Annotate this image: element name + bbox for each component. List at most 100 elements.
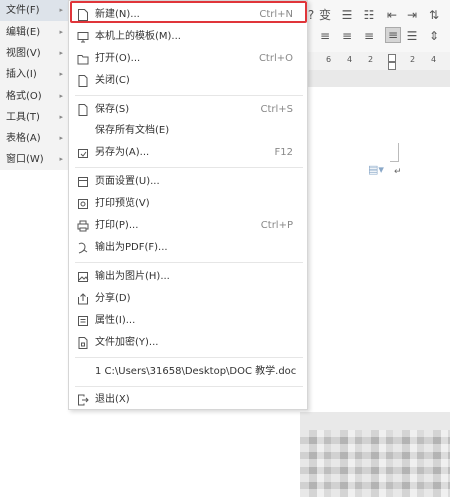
- menu-item-label: 打印(P)...: [95, 220, 139, 231]
- indent-marker[interactable]: [388, 54, 396, 62]
- template-icon: [77, 30, 89, 44]
- ruler-tick-label: 4: [347, 55, 353, 64]
- menu-label: 编辑(E): [6, 27, 41, 38]
- folder-open-icon: [77, 52, 89, 66]
- menu-file[interactable]: 文件(F) ▸: [0, 0, 68, 21]
- menu-separator: [75, 262, 303, 263]
- menu-label: 视图(V): [6, 48, 41, 59]
- menu-table[interactable]: 表格(A) ▸: [0, 128, 68, 149]
- menu-view[interactable]: 视图(V) ▸: [0, 43, 68, 64]
- menu-item-close[interactable]: 关闭(C): [69, 70, 307, 92]
- menu-format[interactable]: 格式(O) ▸: [0, 86, 68, 107]
- menu-item-recent-file[interactable]: 1 C:\Users\31658\Desktop\DOC 教学.doc: [69, 361, 307, 383]
- menu-item-label: 保存(S): [95, 104, 130, 115]
- menu-item-exit[interactable]: 退出(X): [69, 389, 307, 411]
- menu-item-label: 输出为图片(H)...: [95, 271, 170, 282]
- menu-item-share[interactable]: 分享(D): [69, 288, 307, 310]
- align-right-icon[interactable]: ≡: [362, 29, 376, 43]
- decrease-indent-icon[interactable]: ⇤: [385, 8, 399, 22]
- export-image-icon: [77, 270, 89, 284]
- menu-separator: [75, 167, 303, 168]
- menu-item-label: 分享(D): [95, 293, 131, 304]
- paste-options-icon[interactable]: ▤▾: [368, 163, 384, 176]
- phonetic-guide-icon[interactable]: 变: [318, 8, 332, 22]
- menu-item-shortcut: Ctrl+O: [258, 53, 293, 64]
- menu-item-label: 关闭(C): [95, 75, 130, 86]
- menu-insert[interactable]: 插入(I) ▸: [0, 64, 68, 85]
- menu-item-label: 退出(X): [95, 394, 130, 405]
- align-center-icon[interactable]: ≡: [340, 29, 354, 43]
- menu-separator: [75, 357, 303, 358]
- export-pdf-icon: [77, 241, 89, 255]
- menu-item-shortcut: Ctrl+P: [260, 220, 293, 231]
- menu-item-open[interactable]: 打开(O)... Ctrl+O: [69, 48, 307, 70]
- menu-window[interactable]: 窗口(W) ▸: [0, 149, 68, 170]
- numbered-list-icon[interactable]: ☷: [362, 8, 376, 22]
- encrypt-icon: [77, 336, 89, 350]
- ruler-tick-label: 6: [326, 55, 332, 64]
- menu-item-print[interactable]: 打印(P)... Ctrl+P: [69, 215, 307, 237]
- menu-label: 插入(I): [6, 69, 37, 80]
- menu-label: 窗口(W): [6, 154, 44, 165]
- page-setup-icon: [77, 175, 89, 189]
- print-preview-icon: [77, 197, 89, 211]
- printer-icon: [77, 219, 89, 233]
- page-gap: [300, 412, 450, 430]
- menu-item-save-as[interactable]: 另存为(A)... F12: [69, 142, 307, 164]
- menu-separator: [75, 95, 303, 96]
- exit-icon: [77, 393, 89, 407]
- menu-label: 工具(T): [6, 112, 40, 123]
- menu-label: 表格(A): [6, 133, 41, 144]
- bullet-list-icon[interactable]: ☰: [340, 8, 354, 22]
- menu-item-label: 保存所有文档(E): [95, 125, 170, 136]
- justify-icon[interactable]: ≡: [385, 27, 401, 43]
- menu-tools[interactable]: 工具(T) ▸: [0, 107, 68, 128]
- menu-item-print-preview[interactable]: 打印预览(V): [69, 193, 307, 215]
- menu-item-export-image[interactable]: 输出为图片(H)...: [69, 266, 307, 288]
- highlight-box: [70, 1, 307, 23]
- margin-marker: [390, 143, 399, 162]
- document-page[interactable]: ▤▾ ↵: [300, 87, 450, 412]
- menu-item-label: 打印预览(V): [95, 198, 150, 209]
- blurred-content-overlay: [300, 430, 450, 497]
- menu-item-label: 输出为PDF(F)...: [95, 242, 168, 253]
- submenu-arrow-icon: ▸: [59, 70, 63, 78]
- submenu-arrow-icon: ▸: [59, 134, 63, 142]
- menu-item-label: 打开(O)...: [95, 53, 141, 64]
- menu-item-label: 属性(I)...: [95, 315, 136, 326]
- distributed-align-icon[interactable]: ☰: [405, 29, 419, 43]
- menu-label: 文件(F): [6, 5, 40, 16]
- submenu-arrow-icon: ▸: [59, 113, 63, 121]
- line-spacing-icon[interactable]: ⇕: [427, 29, 441, 43]
- formatting-toolbar: ? 变 ☰ ☷ ⇤ ⇥ ⇅ ≡ ≡ ≡ ≡ ☰ ⇕: [300, 0, 450, 53]
- menu-item-label: 页面设置(U)...: [95, 176, 160, 187]
- menu-item-local-templates[interactable]: 本机上的模板(M)...: [69, 26, 307, 48]
- ruler-tick-label: 2: [410, 55, 416, 64]
- menu-item-export-pdf[interactable]: 输出为PDF(F)...: [69, 237, 307, 259]
- save-as-icon: [77, 146, 89, 160]
- menu-item-properties[interactable]: 属性(I)...: [69, 310, 307, 332]
- increase-indent-icon[interactable]: ⇥: [405, 8, 419, 22]
- horizontal-ruler[interactable]: 6 4 2 2 4: [300, 52, 450, 71]
- submenu-arrow-icon: ▸: [59, 28, 63, 36]
- menu-item-save-all[interactable]: 保存所有文档(E): [69, 120, 307, 142]
- align-left-icon[interactable]: ≡: [318, 29, 332, 43]
- submenu-arrow-icon: ▸: [59, 6, 63, 14]
- properties-icon: [77, 314, 89, 328]
- menu-edit[interactable]: 编辑(E) ▸: [0, 22, 68, 43]
- paragraph-mark-icon: ↵: [394, 167, 402, 177]
- share-icon: [77, 292, 89, 306]
- save-icon: [77, 103, 89, 117]
- menu-item-page-setup[interactable]: 页面设置(U)...: [69, 171, 307, 193]
- menu-item-encrypt[interactable]: 文件加密(Y)...: [69, 332, 307, 354]
- menu-item-save[interactable]: 保存(S) Ctrl+S: [69, 99, 307, 121]
- indent-marker[interactable]: [388, 62, 396, 70]
- sort-icon[interactable]: ⇅: [427, 8, 441, 22]
- menu-item-label: 1 C:\Users\31658\Desktop\DOC 教学.doc: [95, 366, 297, 377]
- ruler-tick-label: 2: [368, 55, 374, 64]
- submenu-arrow-icon: ▸: [59, 155, 63, 163]
- menu-separator: [75, 386, 303, 387]
- close-document-icon: [77, 74, 89, 88]
- submenu-arrow-icon: ▸: [59, 49, 63, 57]
- menu-bar: 文件(F) ▸ 编辑(E) ▸ 视图(V) ▸ 插入(I) ▸ 格式(O) ▸ 工具(T)…: [0, 0, 69, 170]
